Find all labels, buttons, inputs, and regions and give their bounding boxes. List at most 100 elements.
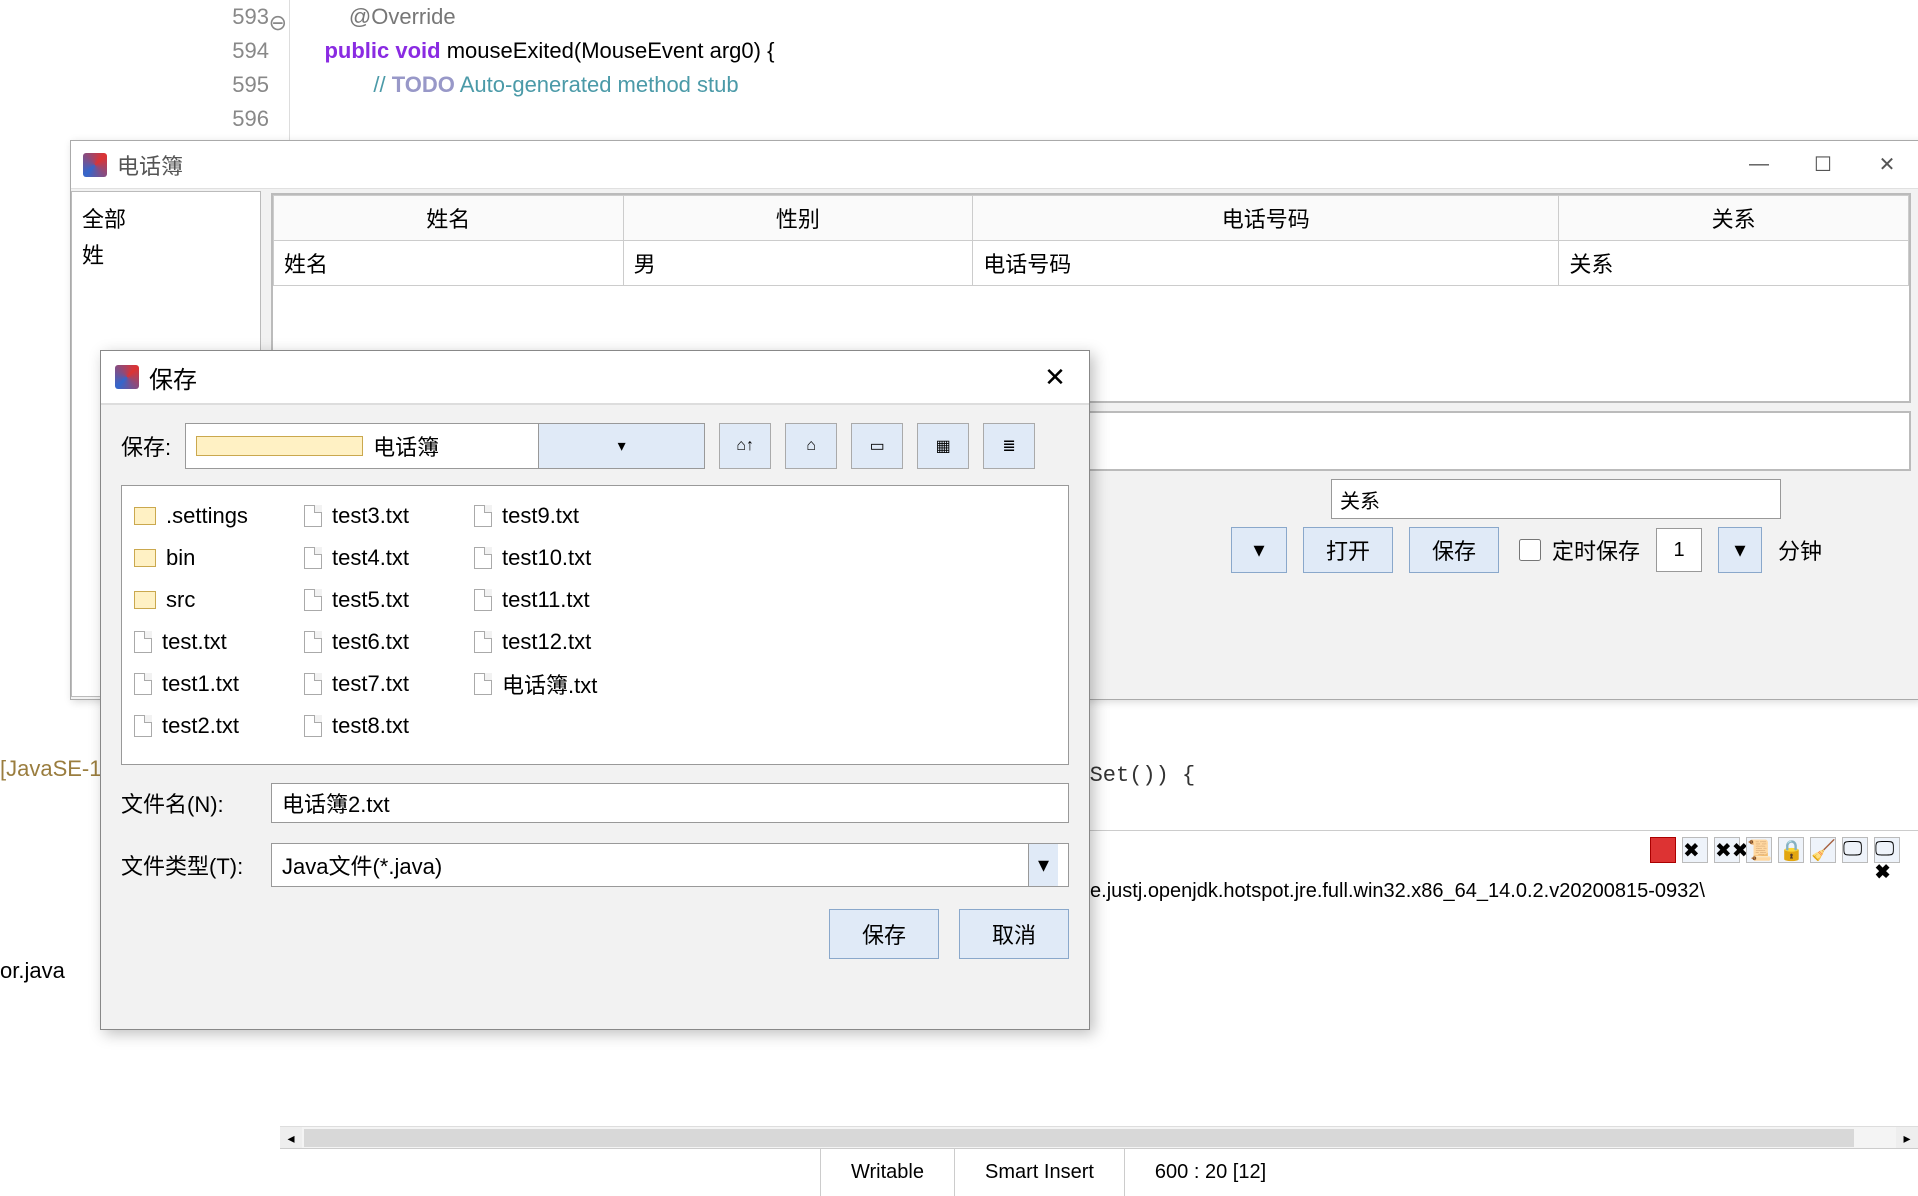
- file-item[interactable]: test3.txt: [304, 498, 454, 534]
- col-phone[interactable]: 电话号码: [973, 196, 1559, 241]
- relation-input[interactable]: [1331, 479, 1781, 519]
- lookin-combo[interactable]: 电话簿 ▾: [185, 423, 705, 469]
- dialog-cancel-button[interactable]: 取消: [959, 909, 1069, 959]
- file-item[interactable]: .settings: [134, 498, 284, 534]
- file-name: test12.txt: [502, 629, 591, 655]
- file-item[interactable]: src: [134, 582, 284, 618]
- scroll-right-icon[interactable]: ▸: [1896, 1127, 1918, 1149]
- orjava-fragment: or.java: [0, 958, 65, 984]
- open-button[interactable]: 打开: [1303, 527, 1393, 573]
- file-item[interactable]: test2.txt: [134, 708, 284, 744]
- folder-icon: [196, 436, 363, 456]
- file-item[interactable]: bin: [134, 540, 284, 576]
- table-row[interactable]: 姓名 男 电话号码 关系: [274, 241, 1909, 286]
- cell-phone[interactable]: 电话号码: [973, 241, 1559, 286]
- file-item[interactable]: test12.txt: [474, 624, 624, 660]
- save-button[interactable]: 保存: [1409, 527, 1499, 573]
- cell-gender[interactable]: 男: [623, 241, 973, 286]
- cell-name[interactable]: 姓名: [274, 241, 624, 286]
- file-name: test2.txt: [162, 713, 239, 739]
- horizontal-scrollbar[interactable]: ◂ ▸: [280, 1126, 1918, 1148]
- scroll-thumb[interactable]: [304, 1129, 1854, 1147]
- new-folder-button[interactable]: ▭: [851, 423, 903, 469]
- file-item[interactable]: test10.txt: [474, 540, 624, 576]
- dropdown-button[interactable]: ▾: [1231, 527, 1287, 573]
- display-icon[interactable]: 🖵: [1842, 837, 1868, 863]
- scroll-lock-icon[interactable]: 📜: [1746, 837, 1772, 863]
- interval-dropdown[interactable]: ▾: [1718, 527, 1762, 573]
- pin-icon[interactable]: 🔒: [1778, 837, 1804, 863]
- line-gutter: 593⊖ △594 ✎595 596: [0, 0, 290, 140]
- file-name: test6.txt: [332, 629, 409, 655]
- remove-all-icon[interactable]: ✖✖: [1714, 837, 1740, 863]
- timed-save-checkbox[interactable]: 定时保存: [1515, 534, 1640, 566]
- file-name: src: [166, 587, 195, 613]
- file-icon: [304, 547, 322, 569]
- interval-input[interactable]: [1656, 528, 1702, 572]
- phonebook-titlebar[interactable]: 电话簿 — ☐ ✕: [71, 141, 1918, 189]
- details-view-button[interactable]: ≣: [983, 423, 1035, 469]
- up-folder-button[interactable]: ⌂↑: [719, 423, 771, 469]
- close-button[interactable]: ✕: [1855, 141, 1918, 189]
- collapse-icon[interactable]: ⊖: [265, 6, 287, 28]
- filetype-label: 文件类型(T):: [121, 849, 251, 881]
- col-name[interactable]: 姓名: [274, 196, 624, 241]
- close-icon[interactable]: ✕: [1035, 357, 1075, 397]
- timed-save-check[interactable]: [1519, 539, 1541, 561]
- save-dialog-titlebar[interactable]: 保存 ✕: [101, 351, 1089, 405]
- file-icon: [304, 631, 322, 653]
- terminate-icon[interactable]: [1650, 837, 1676, 863]
- file-item[interactable]: test11.txt: [474, 582, 624, 618]
- file-icon: [304, 505, 322, 527]
- filename-label: 文件名(N):: [121, 787, 251, 819]
- file-item[interactable]: test8.txt: [304, 708, 454, 744]
- maximize-button[interactable]: ☐: [1791, 141, 1855, 189]
- folder-icon: [134, 507, 156, 525]
- console-text[interactable]: lipse.justj.openjdk.hotspot.jre.full.win…: [1060, 880, 1705, 903]
- file-item[interactable]: test9.txt: [474, 498, 624, 534]
- filetype-combo[interactable]: Java文件(*.java) ▾: [271, 843, 1069, 887]
- code-token: public: [324, 38, 389, 63]
- list-view-button[interactable]: ▦: [917, 423, 969, 469]
- filetype-value: Java文件(*.java): [282, 849, 442, 881]
- status-cursor: 600 : 20 [12]: [1124, 1149, 1296, 1196]
- code-token: //: [373, 72, 391, 97]
- chevron-down-icon[interactable]: ▾: [1028, 844, 1058, 886]
- grid-icon: ▦: [936, 436, 951, 456]
- file-item[interactable]: 电话簿.txt: [474, 666, 624, 702]
- file-icon: [134, 715, 152, 737]
- clear-icon[interactable]: 🧹: [1810, 837, 1836, 863]
- code-token: void: [395, 38, 440, 63]
- javase-fragment: [JavaSE-1: [0, 756, 102, 782]
- file-name: test.txt: [162, 629, 227, 655]
- open-console-icon[interactable]: 🖵✖: [1874, 837, 1900, 863]
- file-item[interactable]: test7.txt: [304, 666, 454, 702]
- sidebar-item-all[interactable]: 全部: [82, 202, 250, 234]
- remove-icon[interactable]: ✖: [1682, 837, 1708, 863]
- line-number: 593: [232, 4, 269, 29]
- file-item[interactable]: test5.txt: [304, 582, 454, 618]
- file-name: test3.txt: [332, 503, 409, 529]
- file-item[interactable]: test1.txt: [134, 666, 284, 702]
- filename-input[interactable]: [271, 783, 1069, 823]
- home-button[interactable]: ⌂: [785, 423, 837, 469]
- line-number: 595: [232, 72, 269, 97]
- file-name: test10.txt: [502, 545, 591, 571]
- file-item[interactable]: test.txt: [134, 624, 284, 660]
- file-list[interactable]: .settings bin src test.txt test1.txt test2.tx…: [121, 485, 1069, 765]
- dialog-save-button[interactable]: 保存: [829, 909, 939, 959]
- save-dialog: 保存 ✕ 保存: 电话簿 ▾ ⌂↑ ⌂ ▭ ▦ ≣ .settingsbinsr…: [100, 350, 1090, 1030]
- col-gender[interactable]: 性别: [623, 196, 973, 241]
- cell-relation[interactable]: 关系: [1559, 241, 1909, 286]
- file-name: test11.txt: [502, 587, 590, 613]
- col-relation[interactable]: 关系: [1559, 196, 1909, 241]
- line-number: 594: [232, 38, 269, 63]
- code-lines[interactable]: @Override public void mouseExited(MouseE…: [300, 0, 774, 136]
- file-item[interactable]: test6.txt: [304, 624, 454, 660]
- chevron-down-icon[interactable]: ▾: [538, 424, 704, 468]
- minimize-button[interactable]: —: [1727, 141, 1791, 189]
- scroll-left-icon[interactable]: ◂: [280, 1127, 302, 1149]
- file-name: test7.txt: [332, 671, 409, 697]
- file-item[interactable]: test4.txt: [304, 540, 454, 576]
- sidebar-item-surname[interactable]: 姓: [82, 238, 250, 270]
